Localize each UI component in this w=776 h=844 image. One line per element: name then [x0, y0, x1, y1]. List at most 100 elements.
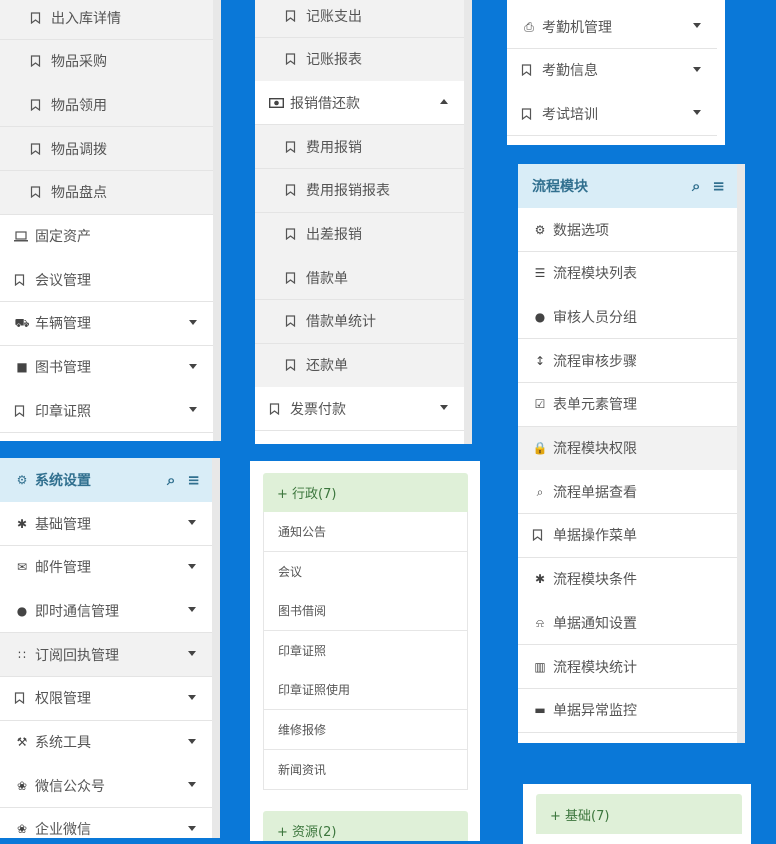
- caret-down-icon[interactable]: [188, 738, 196, 744]
- menu-item[interactable]: ● 审核人员分组: [518, 295, 737, 340]
- scrollbar[interactable]: [213, 0, 221, 441]
- menu-item[interactable]: ⌕ 流程单据查看: [518, 470, 737, 515]
- menu-item[interactable]: ● 即时通信管理: [0, 589, 212, 634]
- menu-item[interactable]: 🔒 流程模块权限: [518, 426, 737, 471]
- menu-item-label: 考勤信息: [542, 63, 598, 79]
- menu-item[interactable]: 权限管理: [0, 676, 212, 721]
- group-header-basic[interactable]: + 基础(7): [536, 794, 742, 834]
- menu-item[interactable]: 物品盘点: [0, 170, 213, 215]
- caret-down-icon[interactable]: [189, 319, 197, 325]
- menu-item[interactable]: ↕ 流程审核步骤: [518, 339, 737, 384]
- menu-item[interactable]: 费用报销报表: [255, 168, 464, 213]
- caret-down-icon[interactable]: [440, 405, 448, 411]
- caret-down-icon[interactable]: [188, 825, 196, 831]
- menu-item[interactable]: 借款单统计: [255, 299, 464, 344]
- caret-down-icon[interactable]: [693, 23, 701, 28]
- menu-item-label: 费用报销报表: [306, 183, 390, 200]
- caret-down-icon[interactable]: [189, 407, 197, 413]
- menu-item[interactable]: ☑ 表单元素管理: [518, 382, 737, 427]
- caret-down-icon[interactable]: [188, 782, 196, 788]
- group-link[interactable]: 维修报修: [263, 710, 468, 750]
- search-icon[interactable]: ⌕: [692, 177, 700, 195]
- search-icon[interactable]: ⌕: [167, 471, 175, 489]
- menu-item[interactable]: ■ 图书管理: [0, 345, 213, 390]
- menu-item-label: 流程模块列表: [553, 266, 637, 283]
- menu-item[interactable]: ▬ 单据异常监控: [518, 688, 737, 733]
- menu-item[interactable]: ✉ 邮件管理: [0, 545, 212, 590]
- group-link[interactable]: 图书借阅: [263, 591, 468, 632]
- caret-down-icon[interactable]: [693, 66, 701, 72]
- menu-item[interactable]: 会议管理: [0, 258, 213, 303]
- group-link[interactable]: 会议: [263, 551, 468, 592]
- group-link[interactable]: 印章证照使用: [263, 670, 468, 711]
- menu-item[interactable]: ⚙ 数据选项: [518, 208, 737, 252]
- briefcase-icon: ▬: [534, 703, 546, 718]
- menu-item[interactable]: 记账报表: [255, 37, 464, 82]
- menu-item-label: 流程审核步骤: [553, 353, 637, 370]
- menu-item[interactable]: ⛟ 车辆管理: [0, 301, 213, 346]
- menu-item[interactable]: 发票付款: [255, 387, 464, 432]
- group-header-resource[interactable]: + 资源(2): [263, 811, 468, 841]
- group-link[interactable]: 通知公告: [263, 512, 468, 552]
- money-icon: [269, 97, 285, 108]
- caret-down-icon[interactable]: [188, 694, 196, 700]
- caret-down-icon[interactable]: [693, 110, 701, 115]
- menu-item[interactable]: ∷ 订阅回执管理: [0, 633, 212, 678]
- scrollbar[interactable]: [464, 0, 472, 444]
- menu-icon[interactable]: ≡: [712, 177, 725, 195]
- caret-down-icon[interactable]: [188, 520, 196, 525]
- menu-item[interactable]: 物品调拨: [0, 127, 213, 172]
- menu-item[interactable]: 报销借还款: [255, 81, 464, 126]
- menu-item[interactable]: 考勤信息: [507, 48, 717, 93]
- menu-item[interactable]: 出差报销: [255, 212, 464, 257]
- menu-item[interactable]: 物品领用: [0, 83, 213, 128]
- menu-item-label: 流程模块权限: [553, 441, 637, 457]
- menu-item[interactable]: 费用报销: [255, 125, 464, 170]
- menu-item[interactable]: 固定资产: [0, 214, 213, 259]
- bookmark-icon: [285, 272, 301, 284]
- menu-item[interactable]: ⚒ 系统工具: [0, 720, 212, 765]
- bar-chart-icon: ▥: [534, 659, 546, 674]
- menu-item[interactable]: 借款单: [255, 256, 464, 301]
- wrench-icon: ⚒: [16, 735, 28, 749]
- menu-item[interactable]: ❀ 微信公众号: [0, 764, 212, 809]
- menu-item[interactable]: ❀ 企业微信: [0, 807, 212, 838]
- menu-icon[interactable]: ≡: [187, 471, 200, 489]
- menu-item[interactable]: 记账支出: [255, 0, 464, 38]
- menu-item[interactable]: ☰ 流程模块列表: [518, 251, 737, 296]
- menu-item[interactable]: ⎙ 考勤机管理: [507, 5, 717, 49]
- menu-item[interactable]: ✱ 流程模块条件: [518, 557, 737, 602]
- basic-group-panel: + 基础(7): [523, 784, 751, 844]
- group-link[interactable]: 印章证照: [263, 630, 468, 671]
- menu-item-label: 记账报表: [306, 52, 362, 69]
- menu-item[interactable]: 考试培训: [507, 92, 717, 136]
- bookmark-icon: [14, 405, 30, 417]
- menu-item-label: 车辆管理: [35, 316, 91, 333]
- menu-item[interactable]: 出入库详情: [0, 0, 213, 40]
- scrollbar[interactable]: [212, 458, 220, 838]
- menu-item-label: 企业微信: [35, 822, 91, 838]
- scrollbar[interactable]: [737, 164, 745, 743]
- caret-down-icon[interactable]: [188, 651, 196, 657]
- menu-item[interactable]: 印章证照: [0, 389, 213, 434]
- lock-icon: 🔒: [532, 441, 548, 455]
- menu-item[interactable]: ⍾ 单据通知设置: [518, 601, 737, 646]
- menu-item-label: 出入库详情: [51, 10, 121, 27]
- caret-down-icon[interactable]: [188, 563, 196, 569]
- menu-item-label: 订阅回执管理: [35, 647, 119, 664]
- group-link[interactable]: 新闻资讯: [263, 749, 468, 790]
- menu-item[interactable]: ▥ 流程模块统计: [518, 645, 737, 689]
- menu-item-label: 出差报销: [306, 227, 362, 243]
- menu-item[interactable]: 物品采购: [0, 39, 213, 84]
- bookmark-icon: [521, 107, 537, 120]
- flow-module-panel: 流程模块 ⌕ ≡ ⚙ 数据选项 ☰ 流程模块列表 ● 审核人员分组 ↕ 流程审核步骤 ☑ 表单元素管…: [518, 164, 745, 743]
- menu-item-label: 考试培训: [542, 106, 598, 123]
- menu-item[interactable]: ✱ 基础管理: [0, 502, 212, 546]
- caret-down-icon[interactable]: [189, 363, 197, 369]
- menu-item[interactable]: 单据操作菜单: [518, 513, 737, 558]
- menu-item-label: 物品领用: [51, 97, 107, 114]
- group-header-admin[interactable]: + 行政(7): [263, 473, 468, 512]
- caret-up-icon[interactable]: [440, 99, 448, 105]
- caret-down-icon[interactable]: [188, 607, 196, 613]
- menu-item[interactable]: 还款单: [255, 343, 464, 388]
